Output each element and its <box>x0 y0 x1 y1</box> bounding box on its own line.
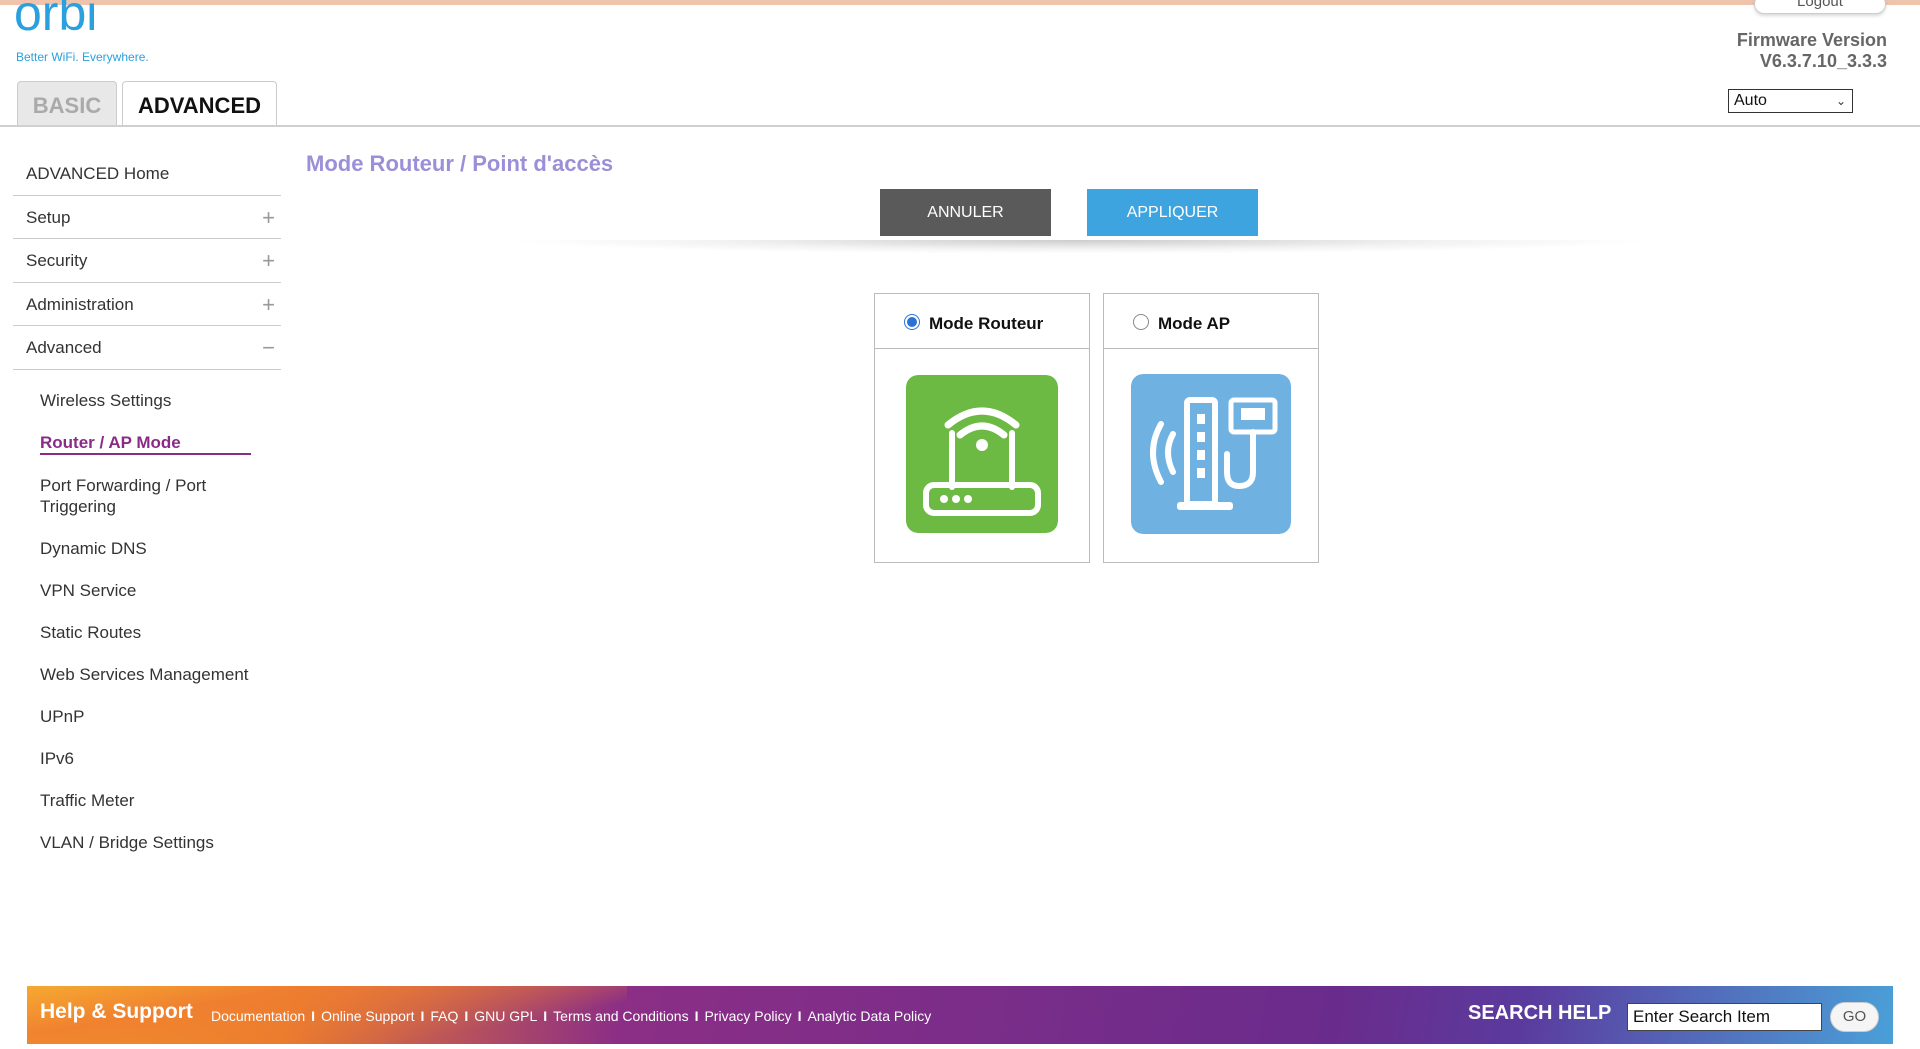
minus-icon[interactable]: − <box>262 326 275 370</box>
tab-advanced[interactable]: ADVANCED <box>122 81 277 127</box>
link-documentation[interactable]: Documentation <box>211 1008 305 1024</box>
plus-icon[interactable]: + <box>262 196 275 240</box>
router-icon <box>906 375 1058 533</box>
top-stripe <box>0 0 1920 5</box>
link-separator: I <box>311 1008 316 1024</box>
section-divider-shadow <box>500 240 1660 254</box>
plus-icon[interactable]: + <box>262 283 275 327</box>
ap-mode-label[interactable]: Mode AP <box>1158 314 1230 334</box>
submenu-item-static-routes[interactable]: Static Routes <box>40 622 270 643</box>
router-mode-card[interactable]: Mode Routeur <box>874 293 1090 563</box>
sidebar-item-label: Advanced <box>26 338 102 357</box>
search-help-label: SEARCH HELP <box>1468 1002 1612 1024</box>
go-button[interactable]: GO <box>1830 1002 1879 1032</box>
sidebar-item-administration[interactable]: Administration + <box>13 283 281 327</box>
search-input[interactable]: Enter Search Item <box>1627 1003 1822 1031</box>
link-terms[interactable]: Terms and Conditions <box>553 1008 688 1024</box>
tab-basic[interactable]: BASIC <box>17 81 117 126</box>
firmware-title: Firmware Version <box>1736 30 1887 50</box>
submenu-item-vpn-service[interactable]: VPN Service <box>40 580 270 601</box>
tagline: Better WiFi. Everywhere. <box>16 50 149 64</box>
link-separator: I <box>797 1008 802 1024</box>
sidebar-item-security[interactable]: Security + <box>13 239 281 283</box>
submenu-item-upnp[interactable]: UPnP <box>40 706 270 727</box>
plus-icon[interactable]: + <box>262 239 275 283</box>
link-gnu-gpl[interactable]: GNU GPL <box>474 1008 537 1024</box>
router-mode-radio[interactable] <box>904 314 920 330</box>
header-divider <box>0 125 1920 127</box>
link-faq[interactable]: FAQ <box>430 1008 458 1024</box>
submenu-item-traffic-meter[interactable]: Traffic Meter <box>40 790 270 811</box>
orbi-logo-icon: orbi <box>14 0 97 41</box>
router-mode-header: Mode Routeur <box>875 294 1089 349</box>
link-analytic-data-policy[interactable]: Analytic Data Policy <box>808 1008 932 1024</box>
sidebar-item-label: Setup <box>26 207 71 227</box>
footer-links: Documentation I Online Support I FAQ I GNU GPL… <box>211 1008 931 1024</box>
logo-text: orbi <box>14 0 97 41</box>
sidebar-item-setup[interactable]: Setup + <box>13 196 281 240</box>
submenu-item-vlan-bridge[interactable]: VLAN / Bridge Settings <box>40 832 270 853</box>
help-support-footer: Help & Support Documentation I Online Supp… <box>27 986 1893 1044</box>
submenu-item-port-forwarding[interactable]: Port Forwarding / Port Triggering <box>40 475 270 517</box>
access-point-icon <box>1131 374 1291 534</box>
link-online-support[interactable]: Online Support <box>321 1008 414 1024</box>
chevron-down-icon: ⌄ <box>1835 94 1846 108</box>
link-separator: I <box>464 1008 469 1024</box>
submenu-item-wireless-settings[interactable]: Wireless Settings <box>40 390 270 411</box>
logout-button[interactable]: Logout <box>1754 0 1886 14</box>
router-mode-label[interactable]: Mode Routeur <box>929 314 1043 334</box>
language-selected-value: Auto <box>1734 92 1767 109</box>
link-separator: I <box>694 1008 699 1024</box>
apply-button[interactable]: APPLIQUER <box>1087 189 1258 236</box>
ap-mode-radio[interactable] <box>1133 314 1149 330</box>
submenu-item-web-services[interactable]: Web Services Management <box>40 664 270 685</box>
firmware-version: V6.3.7.10_3.3.3 <box>1759 51 1887 71</box>
sidebar-item-label: ADVANCED Home <box>26 164 170 183</box>
page-title: Mode Routeur / Point d'accès <box>306 151 614 176</box>
sidebar-item-label: Security <box>26 251 88 270</box>
link-privacy-policy[interactable]: Privacy Policy <box>704 1008 791 1024</box>
submenu-item-dynamic-dns[interactable]: Dynamic DNS <box>40 538 270 559</box>
advanced-submenu: Wireless Settings Router / AP Mode Port … <box>40 390 270 874</box>
sidebar-item-label: Administration <box>26 294 134 314</box>
language-select[interactable]: Auto ⌄ <box>1728 89 1853 113</box>
submenu-item-router-ap-mode[interactable]: Router / AP Mode <box>40 432 251 455</box>
ap-mode-header: Mode AP <box>1104 294 1318 349</box>
sidebar-item-advanced-home[interactable]: ADVANCED Home <box>13 152 281 196</box>
cancel-button[interactable]: ANNULER <box>880 189 1051 236</box>
sidebar-item-advanced[interactable]: Advanced − <box>13 326 281 370</box>
sidebar-nav: ADVANCED Home Setup + Security + Adminis… <box>13 152 281 370</box>
link-separator: I <box>543 1008 548 1024</box>
submenu-item-ipv6[interactable]: IPv6 <box>40 748 270 769</box>
help-support-title: Help & Support <box>40 1000 193 1023</box>
link-separator: I <box>420 1008 425 1024</box>
ap-mode-card[interactable]: Mode AP <box>1103 293 1319 563</box>
